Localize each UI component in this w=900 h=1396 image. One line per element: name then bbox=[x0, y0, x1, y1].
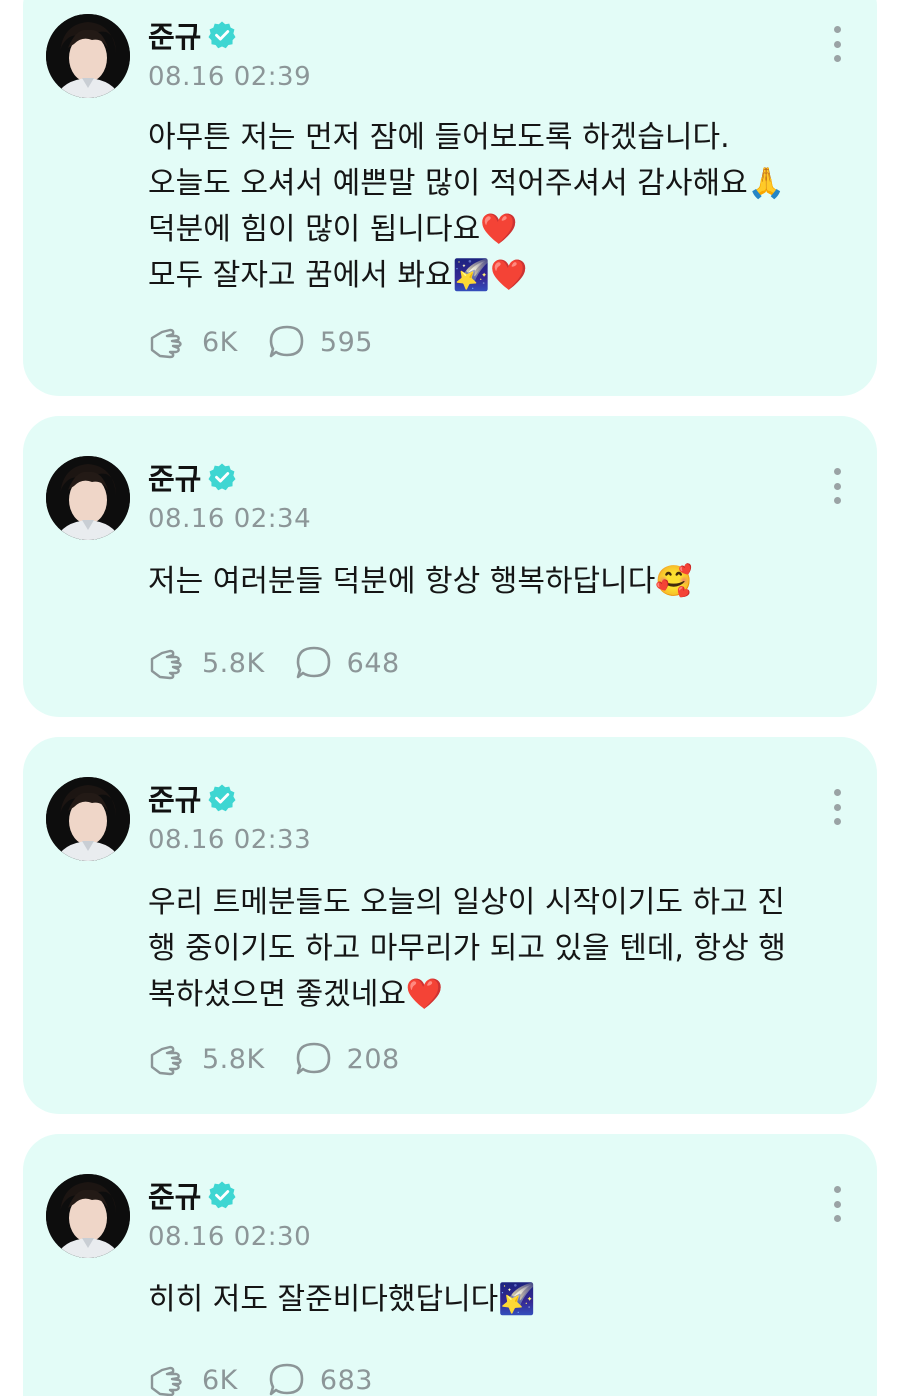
post-stats: 6K 595 bbox=[148, 322, 403, 362]
post-card[interactable]: 준규 08.16 02:33 우리 트메분들도 오늘의 일상이 시작이기도 하고… bbox=[23, 737, 877, 1114]
post-stats: 6K 683 bbox=[148, 1360, 403, 1396]
verified-check-icon bbox=[208, 21, 236, 49]
comment-count: 683 bbox=[319, 1364, 373, 1396]
avatar[interactable] bbox=[46, 14, 130, 98]
post-card[interactable]: 준규 08.16 02:34 저는 여러분들 덕분에 항상 행복하답니다🥰 5.… bbox=[23, 416, 877, 717]
comment-stat[interactable]: 208 bbox=[295, 1041, 400, 1077]
post-body: 아무튼 저는 먼저 잠에 들어보도록 하겠습니다. 오늘도 오셔서 예쁜말 많이… bbox=[148, 115, 847, 299]
post-text-line: 모두 잘자고 꿈에서 봐요🌠❤️ bbox=[148, 258, 528, 293]
post-feed: 준규 08.16 02:39 아무튼 저는 먼저 잠에 들어보도록 하겠습니다.… bbox=[0, 0, 900, 1396]
author-name[interactable]: 준규 bbox=[148, 456, 201, 498]
like-hand-icon bbox=[150, 649, 182, 680]
post-timestamp: 08.16 02:34 bbox=[148, 504, 312, 534]
avatar[interactable] bbox=[46, 1174, 130, 1258]
post-text-line: 복하셨으면 좋겠네요❤️ bbox=[148, 977, 444, 1012]
author-name[interactable]: 준규 bbox=[148, 777, 201, 819]
like-stat[interactable]: 5.8K bbox=[148, 645, 265, 681]
post-stats: 5.8K 648 bbox=[148, 643, 430, 683]
post-text-line: 덕분에 힘이 많이 됩니다요❤️ bbox=[148, 212, 518, 247]
author-row: 준규 bbox=[148, 1174, 237, 1216]
verified-check-icon bbox=[208, 1181, 236, 1209]
like-count: 5.8K bbox=[202, 647, 265, 679]
post-text-line: 아무튼 저는 먼저 잠에 들어보도록 하겠습니다. bbox=[148, 120, 730, 155]
post-card[interactable]: 준규 08.16 02:30 히히 저도 잘준비다했답니다🌠 6K 683 bbox=[23, 1134, 877, 1396]
post-timestamp: 08.16 02:39 bbox=[148, 62, 312, 92]
avatar[interactable] bbox=[46, 456, 130, 540]
post-text-line: 우리 트메분들도 오늘의 일상이 시작이기도 하고 진 bbox=[148, 885, 785, 920]
post-body: 저는 여러분들 덕분에 항상 행복하답니다🥰 bbox=[148, 559, 847, 605]
author-row: 준규 bbox=[148, 14, 237, 56]
verified-check-icon bbox=[208, 463, 236, 491]
post-text-line: 행 중이기도 하고 마무리가 되고 있을 텐데, 항상 행 bbox=[148, 931, 786, 966]
like-count: 6K bbox=[202, 326, 238, 358]
comment-bubble-icon bbox=[269, 1363, 304, 1396]
post-card[interactable]: 준규 08.16 02:39 아무튼 저는 먼저 잠에 들어보도록 하겠습니다.… bbox=[23, 0, 877, 396]
post-timestamp: 08.16 02:33 bbox=[148, 825, 312, 855]
post-text-line: 오늘도 오셔서 예쁜말 많이 적어주셔서 감사해요🙏 bbox=[148, 166, 786, 201]
more-options-icon[interactable] bbox=[825, 785, 849, 829]
more-options-icon[interactable] bbox=[825, 1182, 849, 1226]
like-stat[interactable]: 5.8K bbox=[148, 1041, 265, 1077]
comment-stat[interactable]: 683 bbox=[268, 1362, 373, 1396]
comment-count: 208 bbox=[346, 1043, 400, 1075]
like-stat[interactable]: 6K bbox=[148, 324, 238, 360]
more-options-icon[interactable] bbox=[825, 464, 849, 508]
like-count: 5.8K bbox=[202, 1043, 265, 1075]
like-count: 6K bbox=[202, 1364, 238, 1396]
comment-count: 648 bbox=[346, 647, 400, 679]
post-text-line: 히히 저도 잘준비다했답니다🌠 bbox=[148, 1282, 536, 1317]
like-stat[interactable]: 6K bbox=[148, 1362, 238, 1396]
post-timestamp: 08.16 02:30 bbox=[148, 1222, 312, 1252]
post-text-line: 저는 여러분들 덕분에 항상 행복하답니다🥰 bbox=[148, 564, 693, 599]
author-name[interactable]: 준규 bbox=[148, 1174, 201, 1216]
comment-bubble-icon bbox=[269, 325, 304, 358]
author-row: 준규 bbox=[148, 456, 237, 498]
author-name[interactable]: 준규 bbox=[148, 14, 201, 56]
comment-bubble-icon bbox=[296, 646, 330, 679]
more-options-icon[interactable] bbox=[825, 22, 849, 66]
comment-stat[interactable]: 595 bbox=[268, 324, 373, 360]
comment-bubble-icon bbox=[296, 1042, 330, 1075]
comment-count: 595 bbox=[319, 326, 373, 358]
post-body: 히히 저도 잘준비다했답니다🌠 bbox=[148, 1277, 847, 1323]
author-row: 준규 bbox=[148, 777, 237, 819]
like-hand-icon bbox=[150, 1045, 182, 1076]
verified-check-icon bbox=[208, 784, 236, 812]
like-hand-icon bbox=[150, 1366, 182, 1396]
post-stats: 5.8K 208 bbox=[148, 1039, 430, 1079]
avatar[interactable] bbox=[46, 777, 130, 861]
like-hand-icon bbox=[150, 328, 182, 359]
post-body: 우리 트메분들도 오늘의 일상이 시작이기도 하고 진 행 중이기도 하고 마무… bbox=[148, 880, 847, 1018]
comment-stat[interactable]: 648 bbox=[295, 645, 400, 681]
